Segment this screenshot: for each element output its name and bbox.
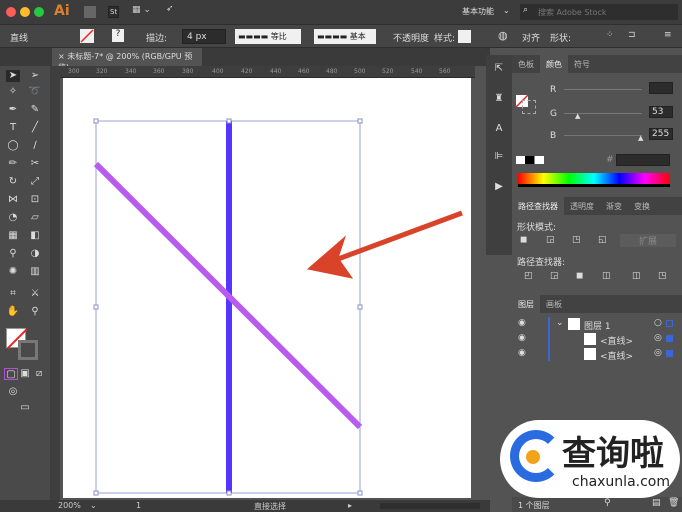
stock-search-input[interactable]: ⌕ 搜索 Adobe Stock: [520, 4, 678, 20]
isolate-icon[interactable]: ⊐: [628, 30, 636, 40]
sublayer-thumbnail: [584, 333, 596, 345]
transform-icon[interactable]: ⁘: [606, 30, 614, 40]
shape-modes-label: 形状模式:: [517, 223, 557, 233]
unite-icon[interactable]: ◼: [520, 235, 527, 245]
divide-icon[interactable]: ◰: [524, 271, 533, 281]
tab-transparency[interactable]: 透明度: [564, 197, 600, 215]
sublayer-thumbnail: [584, 348, 596, 360]
exclude-icon[interactable]: ◱: [598, 235, 607, 245]
artwork-layer: [93, 118, 463, 496]
layers-footer: 1 个图层 ⚲ ▤ 🗑: [512, 497, 682, 512]
chevron-down-icon: ⌄: [503, 6, 510, 15]
g-label: G: [550, 109, 557, 119]
expand-button[interactable]: 扩展: [620, 234, 676, 247]
eye-icon[interactable]: ◉: [518, 318, 526, 328]
tab-color[interactable]: 颜色: [540, 55, 568, 73]
panel-menu-icon[interactable]: ≡: [664, 30, 672, 40]
target-icon[interactable]: ○: [654, 318, 662, 328]
export-icon[interactable]: ⇱: [492, 63, 506, 75]
expand-label: 扩展: [638, 237, 657, 247]
trim-icon[interactable]: ◲: [550, 271, 559, 281]
watermark-text: 查询啦: [562, 434, 664, 474]
chevron-down-icon[interactable]: ⌄: [90, 501, 97, 510]
panel-icon-column: ⇱ ♜ A ⊫ ▶: [486, 55, 512, 255]
align-link[interactable]: 对齐: [522, 31, 540, 44]
play-icon[interactable]: ▸: [348, 501, 352, 510]
crop-icon[interactable]: ◫: [602, 271, 611, 281]
layers-panel-tabs: 图层 画板: [512, 295, 682, 313]
watermark: 查询啦 chaxunla.com: [500, 420, 680, 498]
intersect-icon[interactable]: ◳: [572, 235, 581, 245]
tab-layers[interactable]: 图层: [512, 295, 540, 313]
r-label: R: [550, 85, 557, 95]
hex-label: #: [606, 155, 614, 165]
sublayer-row[interactable]: ◉ <直线> ◎: [512, 347, 682, 362]
b-value: 255: [652, 129, 670, 139]
sublayer-name[interactable]: <直线>: [600, 334, 633, 347]
tab-symbols[interactable]: 符号: [568, 55, 596, 73]
status-bar: 200% ⌄ 1 直接选择 ▸: [0, 500, 490, 512]
tab-artboards[interactable]: 画板: [540, 295, 568, 313]
stroke-swatch-small[interactable]: [522, 100, 536, 114]
character-icon[interactable]: A: [492, 123, 506, 135]
current-tool-status[interactable]: 直接选择: [254, 501, 286, 512]
tab-transform[interactable]: 变换: [628, 197, 656, 215]
shape-label: 形状:: [550, 34, 572, 44]
red-arrow-annotation: [306, 210, 463, 279]
outline-icon[interactable]: ◫: [632, 271, 641, 281]
layer-name[interactable]: 图层 1: [584, 319, 611, 332]
recolor-icon[interactable]: ◍: [498, 29, 508, 42]
eye-icon[interactable]: ◉: [518, 348, 526, 358]
selection-indicator[interactable]: [666, 350, 673, 357]
pathfinders-label: 路径查找器:: [517, 258, 566, 268]
search-icon: ⌕: [523, 5, 529, 15]
zoom-level[interactable]: 200%: [58, 501, 81, 510]
none-black-white-swatches[interactable]: [516, 156, 544, 164]
layer-count: 1 个图层: [518, 501, 550, 510]
selection-indicator[interactable]: [666, 320, 673, 327]
watermark-logo-dot: [526, 450, 540, 464]
artboard-navigator[interactable]: 1: [136, 501, 141, 510]
actions-icon[interactable]: ▶: [492, 181, 506, 193]
sublayer-row[interactable]: ◉ <直线> ◎: [512, 332, 682, 347]
r-slider[interactable]: [564, 89, 642, 90]
pathfinder-panel-tabs: 路径查找器 透明度 渐变 变换: [512, 197, 682, 215]
target-icon[interactable]: ◎: [654, 348, 662, 358]
b-label: B: [550, 131, 557, 141]
color-panel-tabs: 色板 颜色 符号: [512, 55, 682, 73]
layer-thumbnail: [568, 318, 580, 330]
g-input[interactable]: 53: [649, 106, 673, 118]
b-slider-thumb[interactable]: ▲: [638, 134, 643, 142]
layer-row[interactable]: ◉ ⌄ 图层 1 ○: [512, 317, 682, 361]
selection-indicator[interactable]: [666, 335, 673, 342]
merge-icon[interactable]: ◼: [576, 271, 583, 281]
chevron-down-icon[interactable]: ⌄: [556, 318, 564, 328]
tab-pathfinder[interactable]: 路径查找器: [512, 197, 564, 215]
hex-input[interactable]: [616, 154, 670, 166]
tab-swatches[interactable]: 色板: [512, 55, 540, 73]
align-icon[interactable]: ⊫: [492, 151, 506, 163]
r-input[interactable]: [649, 82, 673, 94]
puppet-icon[interactable]: ♜: [492, 93, 506, 105]
g-value: 53: [652, 107, 664, 117]
color-spectrum[interactable]: [518, 173, 670, 187]
new-layer-icon[interactable]: ▤: [652, 498, 661, 508]
sublayer-name[interactable]: <直线>: [600, 349, 633, 362]
watermark-url: chaxunla.com: [572, 474, 670, 490]
target-icon[interactable]: ◎: [654, 333, 662, 343]
minus-back-icon[interactable]: ◳: [658, 271, 667, 281]
delete-icon[interactable]: 🗑: [668, 498, 679, 508]
horizontal-scrollbar[interactable]: [380, 503, 480, 509]
b-input[interactable]: 255: [649, 128, 673, 140]
tab-gradient[interactable]: 渐变: [600, 197, 628, 215]
eye-icon[interactable]: ◉: [518, 333, 526, 343]
g-slider-thumb[interactable]: ▲: [575, 112, 580, 120]
b-slider[interactable]: [564, 135, 642, 136]
search-icon[interactable]: ⚲: [604, 498, 611, 508]
minus-front-icon[interactable]: ◲: [546, 235, 555, 245]
